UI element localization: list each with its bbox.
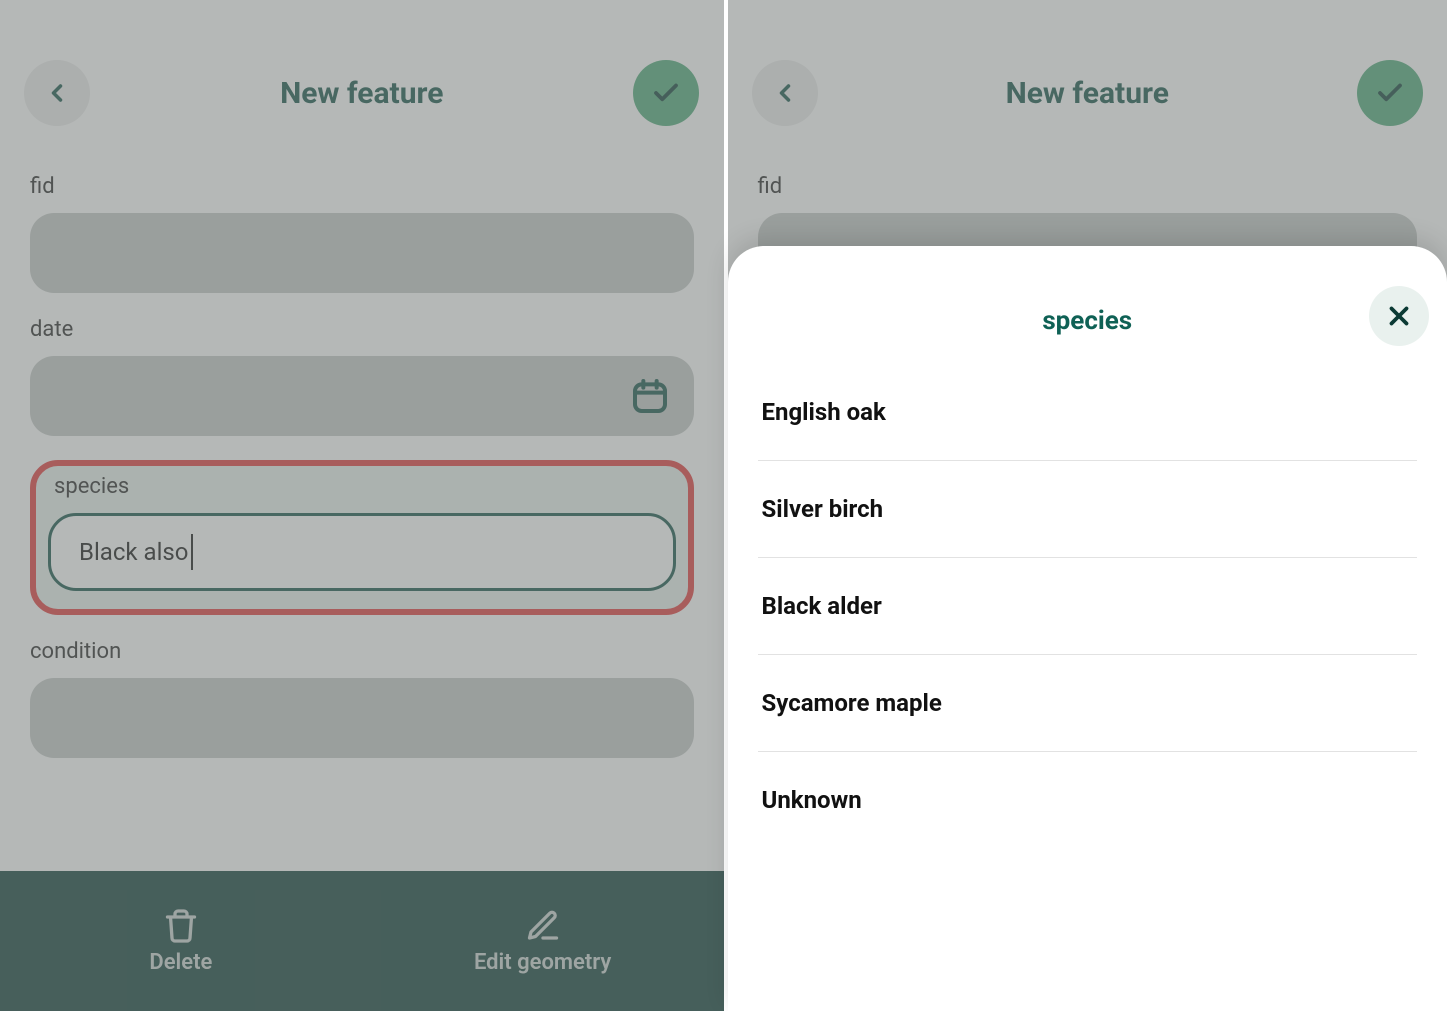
check-icon	[651, 78, 681, 108]
calendar-icon	[630, 376, 670, 416]
option-silver-birch[interactable]: Silver birch	[758, 461, 1418, 558]
edit-geometry-label: Edit geometry	[474, 950, 611, 975]
confirm-button[interactable]	[1357, 60, 1423, 126]
chevron-left-icon	[771, 79, 799, 107]
back-button[interactable]	[24, 60, 90, 126]
back-button[interactable]	[752, 60, 818, 126]
page-title: New feature	[1006, 76, 1169, 111]
date-label: date	[30, 317, 694, 342]
pane-form: New feature fid date species	[0, 0, 724, 1011]
option-black-alder[interactable]: Black alder	[758, 558, 1418, 655]
option-list: English oak Silver birch Black alder Syc…	[728, 364, 1447, 848]
pane-dropdown: New feature fid species English oak Silv…	[724, 0, 1447, 1011]
trash-icon	[163, 908, 199, 944]
condition-label: condition	[30, 639, 694, 664]
species-group: species Black also	[30, 460, 694, 615]
chevron-left-icon	[43, 79, 71, 107]
species-field[interactable]: Black also	[48, 513, 676, 591]
confirm-button[interactable]	[633, 60, 699, 126]
page-title: New feature	[280, 76, 443, 111]
pencil-icon	[525, 908, 561, 944]
bottom-toolbar: Delete Edit geometry	[0, 871, 724, 1011]
edit-geometry-button[interactable]: Edit geometry	[362, 871, 724, 1011]
date-field[interactable]	[30, 356, 694, 436]
fid-field[interactable]	[30, 213, 694, 293]
species-dropdown-sheet: species English oak Silver birch Black a…	[728, 246, 1447, 1011]
species-label: species	[48, 474, 676, 499]
close-button[interactable]	[1369, 286, 1429, 346]
fid-group: fid	[30, 174, 694, 293]
option-sycamore-maple[interactable]: Sycamore maple	[758, 655, 1418, 752]
text-caret	[191, 534, 193, 570]
fid-label: fid	[758, 174, 1418, 199]
option-unknown[interactable]: Unknown	[758, 752, 1418, 848]
delete-label: Delete	[149, 950, 212, 975]
fid-label: fid	[30, 174, 694, 199]
delete-button[interactable]: Delete	[0, 871, 362, 1011]
header: New feature	[728, 0, 1447, 174]
check-icon	[1375, 78, 1405, 108]
header: New feature	[0, 0, 724, 174]
dropdown-title: species	[1042, 306, 1132, 336]
condition-group: condition	[30, 639, 694, 758]
species-value: Black also	[79, 538, 189, 566]
option-english-oak[interactable]: English oak	[758, 364, 1418, 461]
close-icon	[1384, 301, 1414, 331]
date-group: date	[30, 317, 694, 436]
condition-field[interactable]	[30, 678, 694, 758]
